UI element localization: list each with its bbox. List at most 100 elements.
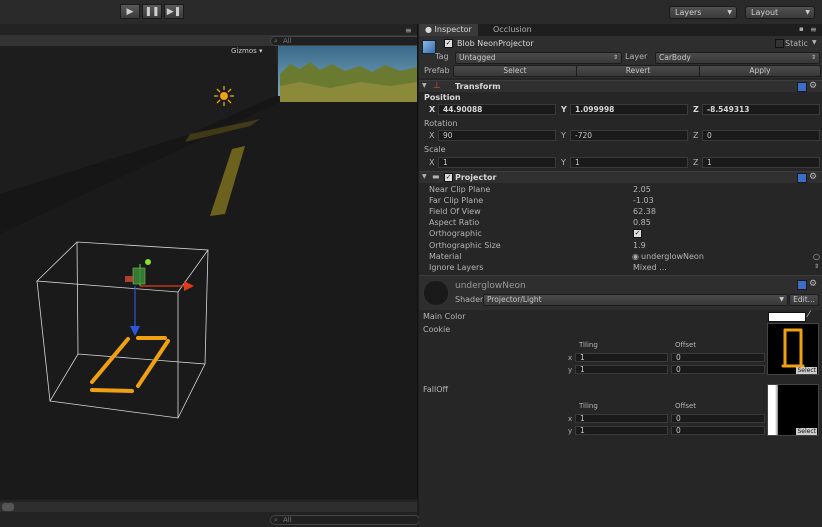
static-checkbox[interactable] [775, 39, 784, 48]
cookie-select-button[interactable]: Select [796, 367, 817, 374]
scale-y-field[interactable]: 1 [570, 157, 688, 168]
position-y-field[interactable]: 1.099998 [570, 104, 688, 115]
pause-icon: ❚❚ [144, 7, 160, 17]
falloff-select-button[interactable]: Select [796, 428, 817, 435]
tab-occlusion[interactable]: Occlusion [487, 24, 538, 36]
prefab-apply-button[interactable]: Apply [699, 65, 821, 77]
position-y-label[interactable]: Y [561, 105, 567, 114]
scene-viewport[interactable] [0, 24, 417, 499]
projector-header[interactable]: ▼ ▬ ✓ Projector ⚙ [419, 171, 822, 183]
projector-prop-label: Near Clip Plane [429, 185, 491, 194]
rotation-x-label[interactable]: X [429, 131, 434, 140]
step-button[interactable]: ▶❚ [164, 4, 184, 19]
projector-prop-value[interactable]: 0.85 [633, 218, 651, 227]
foldout-arrow-icon[interactable]: ▼ [422, 82, 427, 89]
projector-prop-value[interactable]: Mixed ... [633, 263, 667, 272]
foldout-arrow-icon[interactable]: ▼ [422, 173, 427, 180]
scale-z-field[interactable]: 1 [702, 157, 820, 168]
falloff-offset-y-field[interactable]: 0 [671, 426, 765, 435]
cookie-x-label: x [568, 354, 573, 362]
position-z-field[interactable]: -8.549313 [702, 104, 820, 115]
scrollbar-thumb[interactable] [2, 503, 14, 511]
object-picker-icon[interactable]: ○ [813, 252, 820, 261]
help-icon[interactable] [797, 280, 807, 290]
scrollbar[interactable] [0, 502, 417, 512]
falloff-tiling-x-field[interactable]: 1 [575, 414, 668, 423]
position-x-field[interactable]: 44.90088 [438, 104, 556, 115]
layers-dropdown[interactable]: Layers ▼ [669, 6, 737, 19]
projector-enabled-checkbox[interactable]: ✓ [444, 173, 453, 182]
scene-view[interactable]: Gizmos ▾ ⌕ All ≡ [0, 24, 418, 499]
pause-button[interactable]: ❚❚ [142, 4, 162, 19]
gear-icon[interactable]: ⚙ [809, 81, 817, 91]
projector-prop-label: Far Clip Plane [429, 196, 484, 206]
cookie-label: Cookie [423, 325, 451, 334]
cookie-offset-label: Offset [675, 341, 697, 349]
projector-title: Projector [455, 173, 497, 182]
inspector-panel: ● Inspector Occlusion ▪ ≡ ✓ Blob NeonPro… [419, 24, 822, 527]
eyedropper-icon[interactable]: ⁄ [808, 310, 810, 320]
scale-x-label[interactable]: X [429, 158, 434, 167]
gear-icon[interactable]: ⚙ [809, 279, 817, 289]
falloff-texture-preview [768, 385, 778, 435]
bottom-search-placeholder: All [283, 516, 292, 524]
cookie-offset-x-field[interactable]: 0 [671, 353, 765, 362]
panel-menu-icon[interactable]: ≡ [405, 26, 412, 35]
panel-menu-icon[interactable]: ≡ [810, 25, 817, 34]
tab-inspector-label: Inspector [434, 25, 472, 34]
rotation-y-label[interactable]: Y [561, 131, 566, 140]
projector-prop-value[interactable]: 2.05 [633, 185, 651, 194]
play-button[interactable]: ▶ [120, 4, 140, 19]
cookie-tiling-x-field[interactable]: 1 [575, 353, 668, 362]
main-color-swatch[interactable] [768, 312, 806, 322]
position-x-label[interactable]: X [429, 105, 435, 114]
chevron-down-icon[interactable]: ▼ [812, 39, 817, 46]
tab-inspector[interactable]: ● Inspector [419, 24, 478, 36]
gizmos-dropdown[interactable]: Gizmos ▾ [231, 47, 263, 55]
chevron-updown-icon: ⇕ [810, 54, 816, 61]
chevron-updown-icon[interactable]: ⇕ [814, 263, 819, 270]
cookie-tiling-y-field[interactable]: 1 [575, 365, 668, 374]
active-checkbox[interactable]: ✓ [444, 39, 453, 48]
falloff-y-label: y [568, 427, 573, 435]
prefab-select-button[interactable]: Select [453, 65, 577, 77]
gear-icon[interactable]: ⚙ [809, 172, 817, 182]
object-name[interactable]: Blob NeonProjector [457, 39, 534, 48]
orthographic-checkbox[interactable]: ✓ [633, 229, 642, 239]
falloff-tiling-y-field[interactable]: 1 [575, 426, 668, 435]
layer-dropdown[interactable]: CarBody ⇕ [655, 52, 820, 64]
lock-icon[interactable]: ▪ [799, 25, 804, 33]
layout-dropdown[interactable]: Layout ▼ [745, 6, 815, 19]
light-icon[interactable] [214, 86, 234, 106]
prefab-revert-button[interactable]: Revert [576, 65, 700, 77]
scene-search-input[interactable]: ⌕ All [270, 36, 417, 46]
projector-prop-value[interactable]: underglowNeon [641, 252, 704, 261]
cookie-texture-slot[interactable]: Select [767, 323, 819, 375]
falloff-texture-slot[interactable]: Select [767, 384, 819, 436]
bottom-search-input[interactable]: ⌕ All [270, 515, 420, 525]
scale-y-label[interactable]: Y [561, 158, 566, 167]
projector-prop-value[interactable]: 1.9 [633, 241, 646, 250]
transform-header[interactable]: ▼ ⊥ Transform ⚙ [419, 80, 822, 92]
material-preview-sphere [423, 280, 449, 306]
scale-x-field[interactable]: 1 [438, 157, 556, 168]
position-z-label[interactable]: Z [693, 105, 699, 114]
rotation-z-label[interactable]: Z [693, 131, 698, 140]
help-icon[interactable] [797, 82, 807, 92]
layer-label: Layer [625, 52, 648, 61]
shader-edit-button[interactable]: Edit... [789, 294, 819, 306]
shader-dropdown[interactable]: Projector/Light ▼ [483, 294, 788, 306]
cookie-offset-y-field[interactable]: 0 [671, 365, 765, 374]
rotation-z-field[interactable]: 0 [702, 130, 820, 141]
cube-icon [422, 40, 436, 54]
help-icon[interactable] [797, 173, 807, 183]
rotation-x-field[interactable]: 90 [438, 130, 556, 141]
scene-toolbar: Gizmos ▾ ⌕ All [0, 35, 417, 55]
tag-dropdown[interactable]: Untagged ⇕ [455, 52, 622, 64]
projector-prop-value[interactable]: 62.38 [633, 207, 656, 216]
scale-z-label[interactable]: Z [693, 158, 698, 167]
projector-prop-value[interactable]: -1.03 [633, 196, 654, 205]
rotation-y-field[interactable]: -720 [570, 130, 688, 141]
falloff-offset-x-field[interactable]: 0 [671, 414, 765, 423]
material-name: underglowNeon [455, 281, 526, 291]
